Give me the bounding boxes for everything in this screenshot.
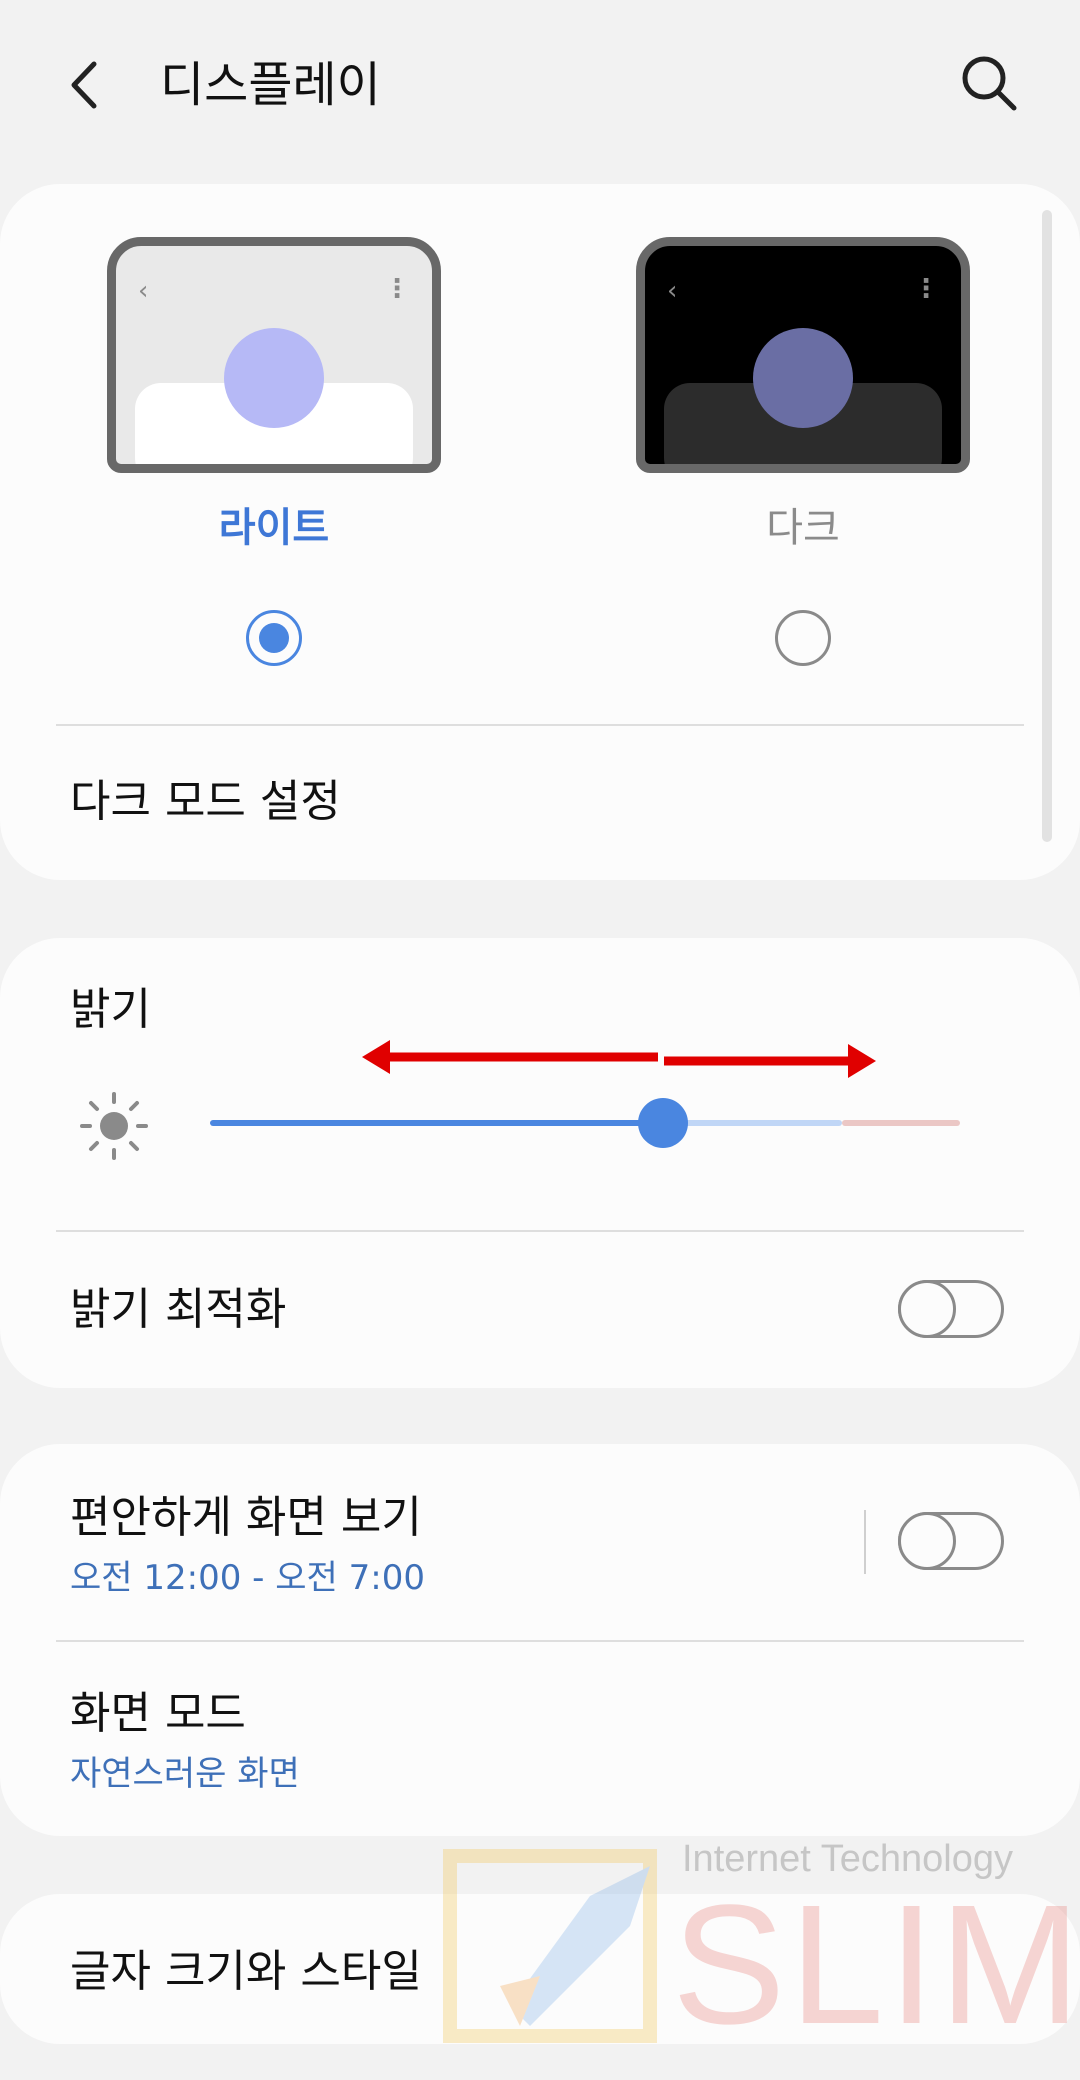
back-button[interactable] [60,50,120,120]
preview-more-icon: ⋮ [384,274,410,304]
brightness-label: 밝기 [70,984,151,1035]
brightness-track-limit[interactable] [842,1120,960,1126]
divider [56,724,1024,726]
eye-comfort-label[interactable]: 편안하게 화면 보기 [70,1486,422,1550]
light-theme-radio[interactable] [246,610,302,666]
light-theme-label[interactable]: 라이트 [107,498,441,558]
adaptive-brightness-label[interactable]: 밝기 최적화 [70,1278,286,1342]
back-arrow-icon [71,61,97,109]
screen-mode-label[interactable]: 화면 모드 [70,1682,246,1746]
preview-back-icon: ‹ [667,276,678,306]
divider [56,1640,1024,1642]
screen-mode-value: 자연스러운 화면 [70,1754,300,1794]
vertical-divider [864,1510,866,1574]
preview-back-icon: ‹ [138,276,149,306]
brightness-slider-thumb[interactable] [638,1098,688,1148]
toggle-knob [898,1512,956,1570]
watermark-brand: SLIM [672,1870,1080,2060]
search-button[interactable] [958,52,1022,116]
dark-theme-label[interactable]: 다크 [636,498,970,558]
eye-comfort-schedule: 오전 12:00 - 오전 7:00 [70,1558,425,1598]
dark-theme-radio[interactable] [775,610,831,666]
dark-mode-settings-item[interactable]: 다크 모드 설정 [70,770,341,834]
dark-theme-preview[interactable]: ‹ ⋮ [636,237,970,473]
brightness-track-filled[interactable] [210,1120,662,1126]
eye-comfort-toggle[interactable] [898,1512,1004,1570]
divider [56,1230,1024,1232]
preview-circle [224,328,324,428]
preview-circle [753,328,853,428]
sun-icon [80,1092,148,1160]
toggle-knob [898,1280,956,1338]
page-title: 디스플레이 [160,57,381,113]
light-theme-preview[interactable]: ‹ ⋮ [107,237,441,473]
preview-more-icon: ⋮ [913,274,939,304]
scrollbar[interactable] [1042,210,1052,842]
adaptive-brightness-toggle[interactable] [898,1280,1004,1338]
search-icon [962,56,1017,111]
brightness-track-empty[interactable] [662,1120,842,1126]
annotation-arrows [362,1040,876,1078]
font-size-style-item[interactable]: 글자 크기와 스타일 [70,1940,422,2004]
